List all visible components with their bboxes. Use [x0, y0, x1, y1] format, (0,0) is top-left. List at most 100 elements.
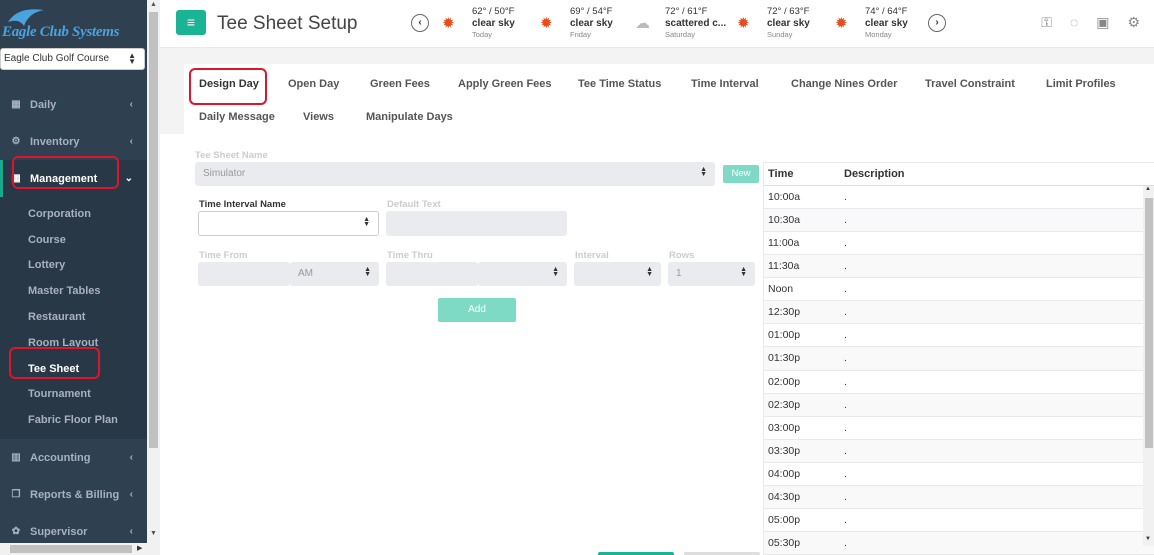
tab-daily-message[interactable]: Daily Message [199, 111, 275, 123]
tab-limit-profiles[interactable]: Limit Profiles [1046, 78, 1116, 90]
rows-select[interactable]: 1 ▲ ▼ [668, 262, 755, 286]
table-scrollbar-thumb[interactable] [1145, 198, 1153, 448]
sidebar-item-label: Inventory [30, 135, 80, 148]
scroll-down-icon[interactable]: ▼ [150, 530, 157, 537]
time-interval-name-select[interactable]: ▲ ▼ [198, 211, 379, 236]
time-thru-input[interactable] [386, 262, 478, 286]
time-from-label: Time From [199, 250, 248, 261]
design-day-highlight [189, 68, 267, 105]
weather-day: Today [472, 30, 493, 39]
tab-views[interactable]: Views [303, 111, 334, 123]
sidebar-h-scrollbar[interactable]: ▶ [0, 543, 160, 555]
tab-apply-green-fees[interactable]: Apply Green Fees [458, 78, 552, 90]
table-row[interactable]: 01:00p. [764, 324, 1154, 348]
tab-open-day[interactable]: Open Day [288, 78, 339, 90]
new-button[interactable]: New [723, 165, 759, 183]
tab-green-fees[interactable]: Green Fees [370, 78, 430, 90]
description-cell: . [844, 260, 847, 273]
sidebar-item-accounting[interactable]: ▥ Accounting ‹ [0, 439, 147, 476]
table-row[interactable]: 04:00p. [764, 463, 1154, 486]
table-row[interactable]: 02:00p. [764, 371, 1154, 394]
default-text-input[interactable] [386, 211, 567, 236]
scrollbar-thumb[interactable] [149, 12, 158, 448]
interval-label: Interval [575, 250, 609, 261]
course-select[interactable]: Eagle Club Golf Course ▲ ▼ [0, 48, 145, 70]
time-cell: 11:00a [768, 237, 800, 250]
time-cell: 05:30p [768, 536, 801, 549]
submenu-item-course[interactable]: Course [0, 227, 147, 253]
submenu-item-restaurant[interactable]: Restaurant [0, 304, 147, 330]
table-row[interactable]: 01:30p. [764, 347, 1154, 371]
weather-prev-button[interactable]: ‹ [411, 14, 429, 32]
sidebar-item-label: Accounting [30, 451, 91, 464]
sidebar-item-inventory[interactable]: ⚙ Inventory ‹ [0, 123, 147, 160]
interval-select[interactable]: ▲ ▼ [574, 262, 661, 286]
time-cell: 11:30a [768, 260, 800, 273]
gift-icon[interactable]: ▣ [1096, 14, 1109, 31]
time-thru-ampm-select[interactable]: ▲ ▼ [478, 262, 567, 286]
table-row[interactable]: 04:30p. [764, 485, 1154, 509]
add-button[interactable]: Add [438, 298, 516, 322]
time-column-header[interactable]: Time [764, 168, 844, 180]
submenu-item-master-tables[interactable]: Master Tables [0, 278, 147, 304]
description-column-header[interactable]: Description [844, 168, 905, 180]
table-row[interactable]: 11:30a. [764, 255, 1154, 279]
table-row[interactable]: 12:30p. [764, 301, 1154, 325]
weather-temp: 72° / 63°F [767, 6, 810, 17]
scroll-right-icon[interactable]: ▶ [137, 544, 142, 552]
ampm-select[interactable]: AM ▲ ▼ [290, 262, 379, 286]
scroll-up-icon[interactable]: ▲ [1145, 186, 1151, 192]
management-highlight [12, 156, 119, 189]
sidebar-item-label: Reports & Billing [30, 488, 120, 501]
scroll-down-icon[interactable]: ▼ [1145, 536, 1151, 542]
table-row[interactable]: 02:30p. [764, 393, 1154, 417]
time-cell: 10:00a [768, 191, 801, 204]
table-row[interactable]: 10:00a. [764, 186, 1154, 210]
tab-tee-time-status[interactable]: Tee Time Status [578, 78, 661, 90]
select-arrows-icon: ▲ ▼ [552, 266, 559, 278]
weather-next-button[interactable]: › [928, 14, 946, 32]
scroll-up-icon[interactable]: ▲ [150, 1, 157, 8]
weather-temp: 62° / 50°F [472, 6, 515, 17]
tab-travel-constraint[interactable]: Travel Constraint [925, 78, 1015, 90]
menu-toggle-button[interactable]: ≡ [176, 10, 206, 35]
key-icon[interactable]: ⚿ [1041, 14, 1052, 31]
table-row[interactable]: 10:30a. [764, 209, 1154, 233]
table-scrollbar[interactable]: ▲ ▼ [1143, 186, 1154, 546]
rows-value: 1 [676, 268, 682, 279]
tab-time-interval[interactable]: Time Interval [691, 78, 759, 90]
submenu-item-lottery[interactable]: Lottery [0, 253, 147, 279]
table-row[interactable]: 03:00p. [764, 417, 1154, 440]
gear-icon[interactable]: ⚙ [1127, 14, 1140, 31]
sidebar-item-daily[interactable]: ▦ Daily ‹ [0, 86, 147, 123]
select-arrows-icon: ▲ ▼ [740, 266, 747, 278]
sidebar-item-reports-billing[interactable]: ❐ Reports & Billing ‹ [0, 476, 147, 513]
time-from-input[interactable] [198, 262, 290, 286]
h-scrollbar-thumb[interactable] [10, 545, 132, 553]
description-cell: . [844, 306, 847, 319]
description-cell: . [844, 398, 847, 411]
submenu-item-tournament[interactable]: Tournament [0, 382, 147, 408]
logo[interactable]: Eagle Club Systems [0, 0, 147, 48]
tee-sheet-name-label: Tee Sheet Name [195, 150, 268, 161]
table-body: 10:00a. 10:30a. 11:00a. 11:30a. Noon. 12:30p.… [764, 186, 1154, 555]
rows-label: Rows [669, 250, 695, 261]
chat-icon[interactable]: ◌ [1070, 14, 1078, 31]
table-row[interactable]: 11:00a. [764, 232, 1154, 256]
tab-manipulate-days[interactable]: Manipulate Days [366, 111, 453, 123]
time-cell: 02:00p [768, 375, 801, 388]
submenu-item-corporation[interactable]: Corporation [0, 201, 147, 227]
time-cell: 12:30p [768, 306, 801, 319]
tab-change-nines-order[interactable]: Change Nines Order [791, 78, 897, 90]
calendar-icon: ▦ [11, 99, 21, 110]
header-icons: ⚿ ◌ ▣ ⚙ [1041, 14, 1140, 31]
table-row[interactable]: 03:30p. [764, 439, 1154, 463]
table-row[interactable]: 05:00p. [764, 509, 1154, 532]
table-row[interactable]: 05:30p. [764, 531, 1154, 555]
weather-day: Monday [865, 30, 892, 39]
table-row[interactable]: Noon. [764, 278, 1154, 302]
sidebar-scrollbar[interactable]: ▲ ▼ [147, 0, 160, 545]
cloud-icon: ☁ [635, 15, 650, 32]
submenu-item-fabric-floor-plan[interactable]: Fabric Floor Plan [0, 407, 147, 433]
tee-sheet-name-select[interactable]: Simulator ▲ ▼ [195, 162, 715, 186]
